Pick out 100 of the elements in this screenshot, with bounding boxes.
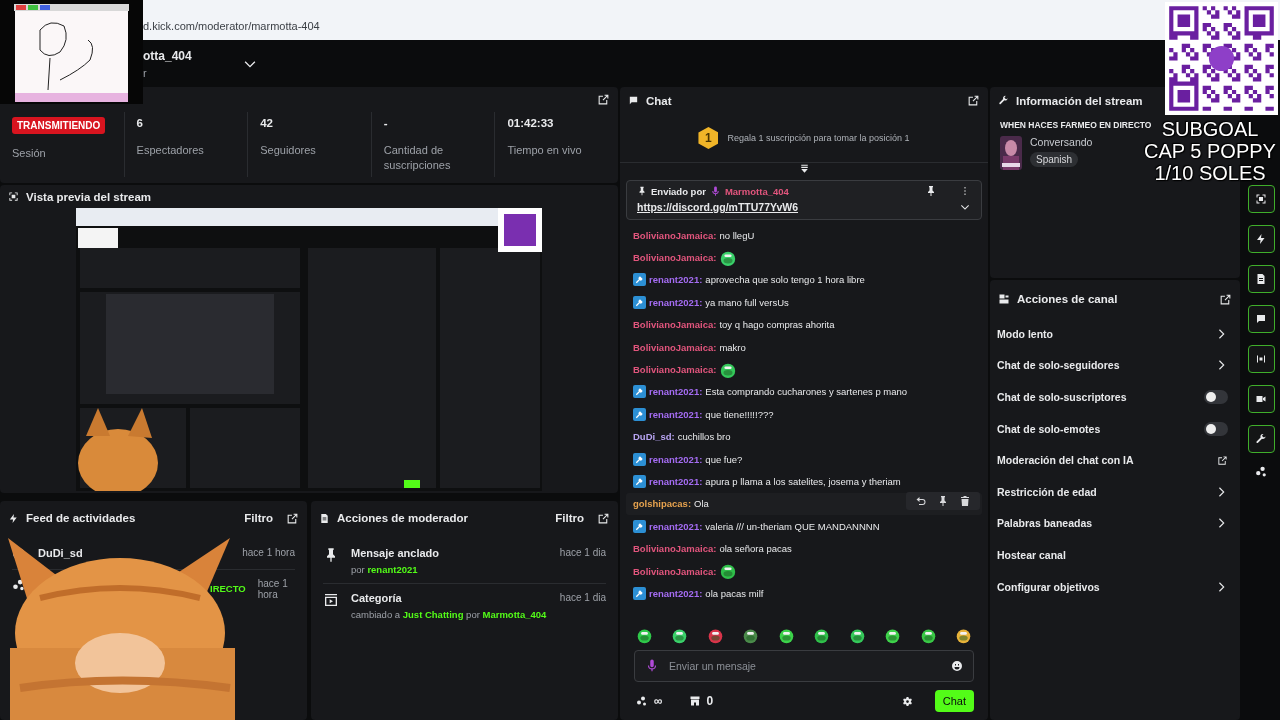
chat-username[interactable]: renant2021: (649, 386, 703, 398)
activity-time: hace 1 hora (257, 578, 289, 600)
channel-action-item[interactable]: Configurar objetivos (990, 570, 1240, 603)
panel-title: Acciones de moderador (337, 512, 469, 524)
chat-username[interactable]: BolivianoJamaica: (633, 252, 717, 264)
emote-button[interactable] (884, 627, 902, 644)
document-button[interactable] (1247, 265, 1275, 293)
chat-message-text: que tiene!!!!!??? (705, 408, 774, 420)
mic-icon (645, 659, 659, 673)
chat-username[interactable]: DuDi_sd: (633, 431, 675, 443)
emote-button[interactable] (813, 627, 831, 644)
toggle-switch[interactable] (1204, 421, 1228, 436)
message-input-box[interactable]: Enviar un mensaje (634, 650, 974, 682)
chat-message-text: valeria /// un-theriam QUE MANDANNNN (705, 520, 880, 532)
emote-button[interactable] (848, 627, 866, 644)
channel-action-item[interactable]: Chat de solo-suscriptores (990, 381, 1240, 413)
toggle-switch[interactable] (1204, 390, 1228, 404)
chat-username[interactable]: BolivianoJamaica: (633, 364, 717, 376)
hammer-icon (633, 407, 646, 421)
chat-message-text: no llegU (719, 229, 755, 241)
address-bar-url[interactable]: d.kick.com/moderator/marmotta-404 (143, 20, 320, 32)
channel-action-item[interactable]: Moderación del chat con IA (990, 444, 1240, 476)
stat-value: 01:42:33 (507, 117, 555, 132)
stream-category[interactable]: Conversando (1030, 136, 1093, 148)
chat-username[interactable]: renant2021: (649, 296, 703, 308)
hammer-icon (633, 586, 646, 600)
stat-label: Espectadores (136, 143, 205, 158)
chat-username[interactable]: renant2021: (649, 274, 703, 286)
capture-button[interactable] (1247, 185, 1275, 213)
channel-action-item[interactable]: Palabras baneadas (990, 507, 1240, 540)
send-button[interactable]: Chat (934, 690, 974, 712)
chat-username[interactable]: golshipacas: (633, 498, 692, 510)
popout-button[interactable] (1219, 292, 1232, 306)
emote-button[interactable] (742, 627, 760, 644)
chat-username[interactable]: BolivianoJamaica: (633, 341, 717, 353)
points-button[interactable] (1254, 465, 1268, 478)
channel-action-item[interactable]: Hostear canal (990, 539, 1240, 571)
overlay-text: CAP 5 POPPY (1144, 140, 1276, 162)
popout-button[interactable] (597, 93, 610, 107)
chat-message-text: Esta comprando cucharones y sartenes p mano (705, 386, 908, 398)
channel-action-item[interactable]: Chat de solo-emotes (990, 412, 1240, 445)
emote-button[interactable] (671, 627, 689, 644)
action-detail: por renant2021 (351, 564, 419, 575)
channel-action-item[interactable]: Chat de solo-seguidores (990, 349, 1240, 382)
emote-button[interactable] (954, 627, 972, 644)
emote-icon (706, 627, 724, 644)
bolt-icon (1255, 233, 1267, 245)
pinned-user[interactable]: Marmotta_404 (724, 185, 789, 197)
chat-username[interactable]: renant2021: (649, 476, 703, 487)
chat-username[interactable]: renant2021: (649, 408, 703, 420)
popout-button[interactable] (286, 511, 299, 525)
chat-username[interactable]: BolivianoJamaica: (633, 565, 717, 577)
filter-button[interactable]: Filtro (238, 512, 279, 524)
emote-icon (671, 627, 689, 644)
pinned-link[interactable]: https://discord.gg/mTTU77YvW6 (637, 201, 799, 213)
chat-username[interactable]: renant2021: (649, 453, 703, 465)
popout-icon (286, 511, 299, 525)
bolt-icon (8, 512, 19, 524)
message-input[interactable]: Enviar un mensaje (667, 659, 943, 673)
popout-button[interactable] (967, 94, 980, 107)
emote-button[interactable] (636, 627, 653, 644)
unpin-button[interactable] (925, 185, 937, 197)
chat-username[interactable]: renant2021: (649, 520, 703, 532)
chat-username[interactable]: BolivianoJamaica: (633, 229, 717, 241)
emote-icon (848, 627, 866, 644)
emoji-button[interactable] (951, 660, 963, 672)
emote-button[interactable] (706, 627, 724, 644)
emote-icon (954, 627, 972, 644)
bolt-button[interactable] (1247, 225, 1275, 253)
hammer-icon (633, 519, 646, 533)
chat-message-text: aprovecha que solo tengo 1 hora libre (705, 274, 865, 286)
stat-label: Tiempo en vivo (507, 143, 583, 158)
emote-button[interactable] (777, 627, 795, 644)
chat-username[interactable]: BolivianoJamaica: (633, 319, 717, 331)
chat-button[interactable] (1247, 305, 1275, 333)
capture-icon (1255, 193, 1267, 205)
panel-title: Vista previa del stream (26, 190, 153, 203)
stat-label: Cantidad de suscripciones (383, 143, 452, 172)
channel-action-item[interactable]: Modo lento (990, 318, 1240, 350)
settings-button[interactable] (901, 695, 913, 707)
emote-icon (777, 627, 795, 644)
camera-button[interactable] (1247, 385, 1275, 413)
emoji-icon (951, 660, 963, 672)
external-link-icon (1217, 454, 1228, 466)
broadcast-button[interactable] (1247, 345, 1275, 373)
chat-username[interactable]: BolivianoJamaica: (633, 543, 717, 555)
emote-icon (884, 627, 902, 644)
chat-username[interactable]: renant2021: (649, 587, 703, 599)
action-time: hace 1 dia (559, 547, 606, 560)
wrench-icon (1255, 433, 1267, 445)
action-title: Mensaje anclado (351, 547, 441, 559)
chat-message-text: ola señora pacas (719, 543, 792, 555)
wrench-button[interactable] (1247, 425, 1275, 453)
filter-button[interactable]: Filtro (549, 512, 590, 524)
hammer-icon (633, 273, 646, 287)
popout-button[interactable] (597, 511, 610, 525)
emote-button[interactable] (919, 627, 937, 644)
channel-action-item[interactable]: Restricción de edad (990, 475, 1240, 508)
panel-title: Chat (646, 94, 673, 107)
chat-message-text: que fue? (705, 453, 743, 465)
